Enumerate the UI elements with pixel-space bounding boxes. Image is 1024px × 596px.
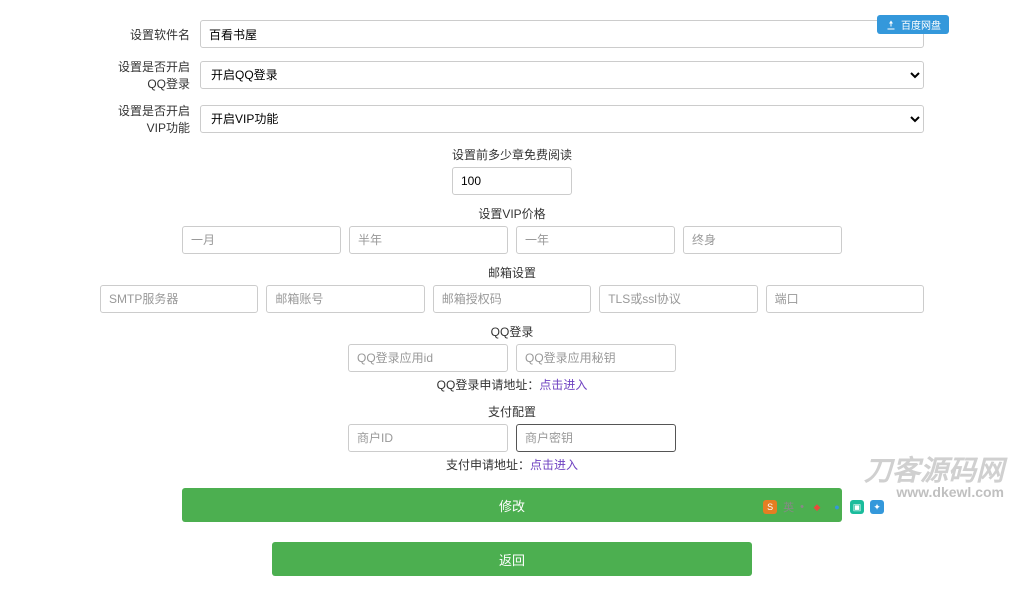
qq-apply-line: QQ登录申请地址：点击进入: [100, 376, 924, 393]
section-mail: 邮箱设置: [100, 264, 924, 281]
vip-select[interactable]: 开启VIP功能: [200, 105, 924, 133]
qq-appid-input[interactable]: [348, 344, 508, 372]
tray-dot: •: [800, 501, 804, 513]
tray-lang: 英: [783, 499, 794, 515]
tray-icon-3: ●: [830, 500, 844, 514]
label-software-name: 设置软件名: [100, 26, 200, 43]
back-button[interactable]: 返回: [272, 542, 752, 576]
bottom-tray: S 英 • ◆ ● ▣ ✦: [763, 499, 884, 515]
tray-icon-5: ✦: [870, 500, 884, 514]
software-name-input[interactable]: [200, 20, 924, 48]
label-qq-toggle: 设置是否开启QQ登录: [100, 58, 200, 92]
vip-year-input[interactable]: [516, 226, 675, 254]
pay-apply-line: 支付申请地址：点击进入: [100, 456, 924, 473]
qq-appsecret-input[interactable]: [516, 344, 676, 372]
label-vip-toggle: 设置是否开启VIP功能: [100, 102, 200, 136]
tray-icon-2: ◆: [810, 500, 824, 514]
vip-month-input[interactable]: [182, 226, 341, 254]
smtp-input[interactable]: [100, 285, 258, 313]
qq-login-select[interactable]: 开启QQ登录: [200, 61, 924, 89]
mail-auth-input[interactable]: [433, 285, 591, 313]
mail-tls-input[interactable]: [599, 285, 757, 313]
cloud-badge[interactable]: 百度网盘: [877, 15, 949, 34]
pay-apply-prefix: 支付申请地址：: [446, 458, 530, 472]
vip-halfyear-input[interactable]: [349, 226, 508, 254]
mail-account-input[interactable]: [266, 285, 424, 313]
section-pay: 支付配置: [100, 403, 924, 420]
cloud-icon: [885, 19, 897, 31]
modify-button[interactable]: 修改: [182, 488, 842, 522]
section-qq: QQ登录: [100, 323, 924, 340]
qq-apply-link[interactable]: 点击进入: [539, 378, 587, 392]
badge-text: 百度网盘: [901, 17, 941, 32]
merchant-id-input[interactable]: [348, 424, 508, 452]
section-vip-price: 设置VIP价格: [100, 205, 924, 222]
qq-apply-prefix: QQ登录申请地址：: [437, 378, 540, 392]
vip-lifetime-input[interactable]: [683, 226, 842, 254]
free-chapters-input[interactable]: [452, 167, 572, 195]
pay-apply-link[interactable]: 点击进入: [530, 458, 578, 472]
section-free-chapters: 设置前多少章免费阅读: [100, 146, 924, 163]
merchant-secret-input[interactable]: [516, 424, 676, 452]
tray-icon-1: S: [763, 500, 777, 514]
mail-port-input[interactable]: [766, 285, 924, 313]
tray-icon-4: ▣: [850, 500, 864, 514]
